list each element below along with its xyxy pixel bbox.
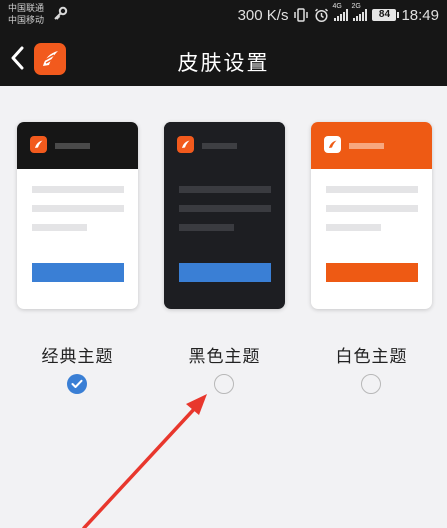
signal-2-icon: 2G: [351, 3, 368, 21]
preview-text-line: [32, 224, 87, 231]
preview-button: [32, 263, 124, 282]
preview-text-line: [32, 205, 124, 212]
header-bar: 皮肤设置: [0, 31, 447, 86]
preview-text-line: [179, 224, 234, 231]
preview-title-placeholder: [202, 143, 237, 149]
theme-radio-black[interactable]: [214, 374, 234, 394]
signal-1-tag: 4G: [332, 3, 342, 10]
carrier-names: 中国联通 中国移动: [8, 2, 44, 26]
theme-label-white: 白色主题: [335, 347, 408, 366]
vibrate-icon: [294, 8, 309, 22]
theme-radio-white[interactable]: [361, 374, 381, 394]
preview-button: [179, 263, 271, 282]
theme-label-classic: 经典主题: [41, 347, 114, 366]
preview-header: [164, 122, 285, 169]
page-title: 皮肤设置: [177, 52, 270, 75]
preview-header: [17, 122, 138, 169]
preview-text-line: [326, 205, 418, 212]
preview-text-line: [32, 186, 124, 193]
preview-button: [326, 263, 418, 282]
theme-preview-white[interactable]: [311, 122, 432, 309]
preview-logo-icon: [30, 136, 47, 153]
theme-radio-classic[interactable]: [67, 374, 87, 394]
battery-icon: 84: [372, 9, 400, 21]
carrier-1: 中国联通: [8, 3, 45, 13]
checkmark-icon: [71, 379, 83, 388]
signal-1-icon: 4G: [332, 3, 349, 21]
carrier-2: 中国移动: [8, 15, 45, 25]
status-indicators: 300 K/s 4G 2G 84 18:49: [237, 3, 439, 24]
alarm-icon: [315, 8, 329, 22]
preview-text-line: [326, 224, 381, 231]
net-speed: 300 K/s: [237, 6, 289, 24]
signal-2-tag: 2G: [351, 3, 361, 10]
preview-title-placeholder: [55, 143, 90, 149]
theme-preview-classic[interactable]: [17, 122, 138, 309]
theme-preview-black[interactable]: [164, 122, 285, 309]
preview-title-placeholder: [349, 143, 384, 149]
clock: 18:49: [401, 6, 439, 24]
key-icon: [54, 6, 68, 20]
preview-logo-icon: [177, 136, 194, 153]
status-bar: 中国联通 中国移动 300 K/s 4G 2G 84 18:49: [0, 0, 447, 31]
theme-label-black: 黑色主题: [188, 347, 261, 366]
preview-text-line: [326, 186, 418, 193]
preview-text-line: [179, 186, 271, 193]
preview-header: [311, 122, 432, 169]
preview-logo-icon: [324, 136, 341, 153]
preview-text-line: [179, 205, 271, 212]
